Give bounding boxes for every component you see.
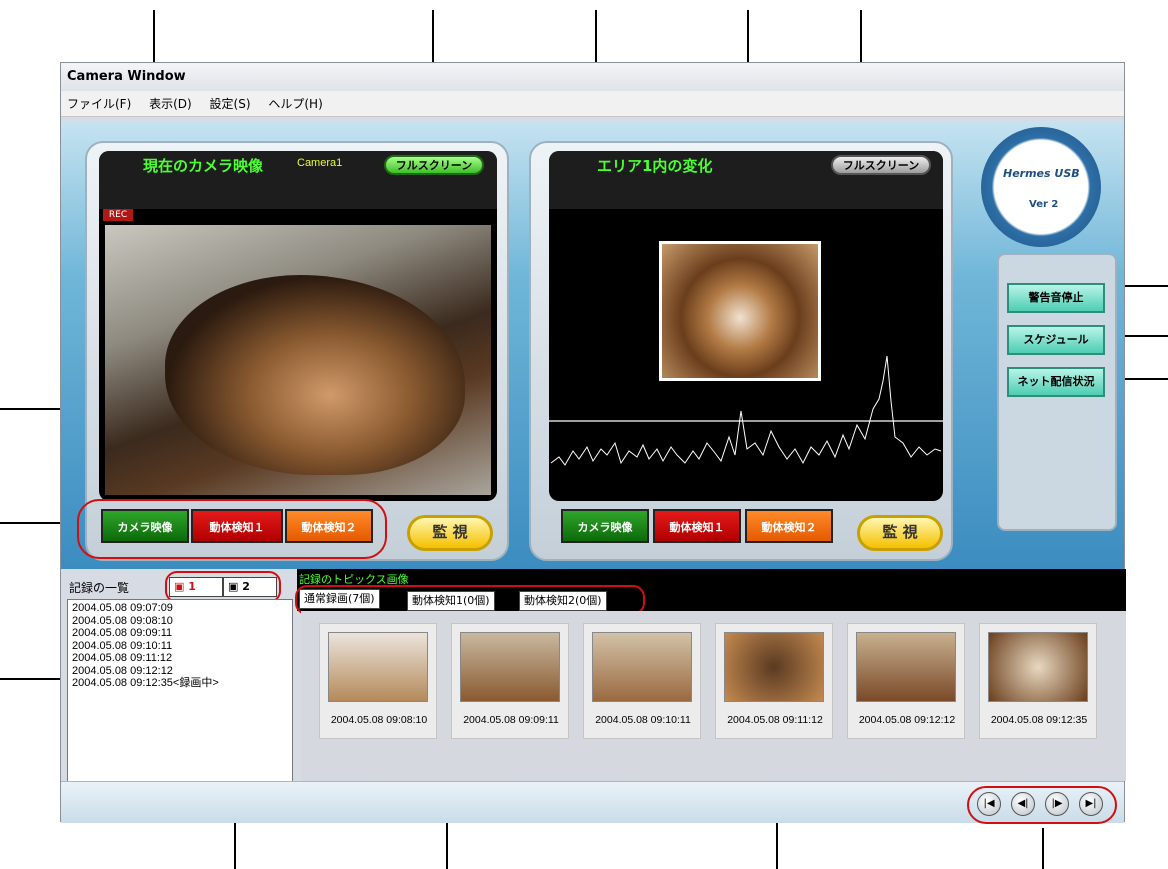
thumbnail-image xyxy=(460,632,560,702)
thumbnail-area: 2004.05.08 09:08:10 2004.05.08 09:09:11 … xyxy=(301,611,1126,781)
alarm-stop-button[interactable]: 警告音停止 xyxy=(1007,283,1105,313)
panel-title: 現在のカメラ映像 xyxy=(143,157,264,175)
list-item[interactable]: 2004.05.08 09:07:09 xyxy=(72,602,288,615)
tab-motion-detect-2[interactable]: 動体検知2(0個) xyxy=(519,591,607,611)
live-camera-screen: 現在のカメラ映像 Camera1 フルスクリーン REC xyxy=(99,151,497,501)
thumbnail-card[interactable]: 2004.05.08 09:09:11 xyxy=(451,623,569,739)
camera-tab-1[interactable]: ▣ 1 xyxy=(169,577,223,597)
thumbnail-timestamp: 2004.05.08 09:11:12 xyxy=(727,714,823,726)
menu-file[interactable]: ファイル(F) xyxy=(67,97,131,111)
list-item[interactable]: 2004.05.08 09:11:12 xyxy=(72,652,288,665)
thumbnail-card[interactable]: 2004.05.08 09:10:11 xyxy=(583,623,701,739)
fullscreen-button[interactable]: フルスクリーン xyxy=(384,155,484,175)
list-item[interactable]: 2004.05.08 09:09:11 xyxy=(72,627,288,640)
list-item[interactable]: 2004.05.08 09:08:10 xyxy=(72,615,288,628)
watch-button[interactable]: 監 視 xyxy=(407,515,493,551)
callout-line xyxy=(0,678,68,680)
motion-detect-2-button[interactable]: 動体検知２ xyxy=(745,509,833,543)
motion-detect-1-button[interactable]: 動体検知１ xyxy=(191,509,283,543)
live-camera-panel: 現在のカメラ映像 Camera1 フルスクリーン REC カメラ映像 動体検知１… xyxy=(77,141,509,561)
thumbnail-image xyxy=(592,632,692,702)
hermes-usb-logo: Hermes USB Ver 2 xyxy=(981,127,1101,247)
step-forward-icon[interactable]: |▶ xyxy=(1045,792,1069,816)
camera-icon: ▣ xyxy=(228,580,239,593)
tab-motion-detect-1[interactable]: 動体検知1(0個) xyxy=(407,591,495,611)
thumbnail-card[interactable]: 2004.05.08 09:12:12 xyxy=(847,623,965,739)
menu-settings[interactable]: 設定(S) xyxy=(210,97,251,111)
window-title: Camera Window xyxy=(61,63,1124,91)
area-change-screen: エリア1内の変化 フルスクリーン xyxy=(549,151,943,501)
rec-badge: REC xyxy=(103,209,133,221)
menu-help[interactable]: ヘルプ(H) xyxy=(268,97,322,111)
records-list[interactable]: 2004.05.08 09:07:09 2004.05.08 09:08:10 … xyxy=(67,599,293,789)
records-title: 記録の一覧 xyxy=(69,581,130,595)
side-button-panel: 警告音停止 スケジュール ネット配信状況 xyxy=(997,253,1117,531)
camera-view-button[interactable]: カメラ映像 xyxy=(561,509,649,543)
bottom-bar: |◀ ◀| |▶ ▶| xyxy=(61,781,1124,824)
menu-view[interactable]: 表示(D) xyxy=(149,97,192,111)
net-status-button[interactable]: ネット配信状況 xyxy=(1007,367,1105,397)
thumbnail-timestamp: 2004.05.08 09:09:11 xyxy=(463,714,559,726)
thumbnail-timestamp: 2004.05.08 09:10:11 xyxy=(595,714,691,726)
camera-tab-2[interactable]: ▣ 2 xyxy=(223,577,277,597)
watch-button[interactable]: 監 視 xyxy=(857,515,943,551)
schedule-button[interactable]: スケジュール xyxy=(1007,325,1105,355)
camera-label: Camera1 xyxy=(297,157,343,169)
area-change-panel: エリア1内の変化 フルスクリーン カメラ映像 動体検知１ 動体検知２ 監 視 xyxy=(529,141,953,561)
camera-icon: ▣ xyxy=(174,580,185,593)
tab-normal-record[interactable]: 通常録画(7個) xyxy=(299,589,380,609)
camera-tab-label: 1 xyxy=(188,580,196,593)
thumbnail-card[interactable]: 2004.05.08 09:11:12 xyxy=(715,623,833,739)
thumbnail-image xyxy=(988,632,1088,702)
fullscreen-button[interactable]: フルスクリーン xyxy=(831,155,931,175)
thumbnail-timestamp: 2004.05.08 09:12:35 xyxy=(990,714,1088,726)
logo-text: Hermes USB xyxy=(1003,167,1080,180)
list-item[interactable]: 2004.05.08 09:10:11 xyxy=(72,640,288,653)
camera-tab-label: 2 xyxy=(242,580,250,593)
live-camera-feed xyxy=(105,225,491,495)
thumbnail-card[interactable]: 2004.05.08 09:08:10 xyxy=(319,623,437,739)
logo-version: Ver 2 xyxy=(1029,199,1059,210)
dog-image xyxy=(165,275,465,475)
menu-bar: ファイル(F) 表示(D) 設定(S) ヘルプ(H) xyxy=(61,91,1124,117)
thumbnail-image xyxy=(724,632,824,702)
thumbnail-image xyxy=(328,632,428,702)
last-icon[interactable]: ▶| xyxy=(1079,792,1103,816)
list-item[interactable]: 2004.05.08 09:12:12 xyxy=(72,665,288,678)
first-icon[interactable]: |◀ xyxy=(977,792,1001,816)
thumbnail-timestamp: 2004.05.08 09:12:12 xyxy=(858,714,956,726)
list-item[interactable]: 2004.05.08 09:12:35<録画中> xyxy=(72,677,288,690)
panel-title: エリア1内の変化 xyxy=(597,157,713,175)
callout-line xyxy=(1042,828,1044,869)
records-section: 記録の一覧 ▣ 1 ▣ 2 2004.05.08 09:07:09 2004.0… xyxy=(61,571,301,789)
thumbnail-image xyxy=(856,632,956,702)
step-back-icon[interactable]: ◀| xyxy=(1011,792,1035,816)
thumbnail-card[interactable]: 2004.05.08 09:12:35 xyxy=(979,623,1097,739)
monitor-area: 現在のカメラ映像 Camera1 フルスクリーン REC カメラ映像 動体検知１… xyxy=(61,121,1124,569)
camera-view-button[interactable]: カメラ映像 xyxy=(101,509,189,543)
topics-header: 記録のトピックス画像 通常録画(7個) 動体検知1(0個) 動体検知2(0個) xyxy=(295,569,1126,615)
change-graph xyxy=(549,355,943,466)
motion-detect-2-button[interactable]: 動体検知２ xyxy=(285,509,373,543)
motion-detect-1-button[interactable]: 動体検知１ xyxy=(653,509,741,543)
camera-window: Camera Window ファイル(F) 表示(D) 設定(S) ヘルプ(H)… xyxy=(60,62,1126,824)
thumbnail-timestamp: 2004.05.08 09:08:10 xyxy=(330,714,428,726)
